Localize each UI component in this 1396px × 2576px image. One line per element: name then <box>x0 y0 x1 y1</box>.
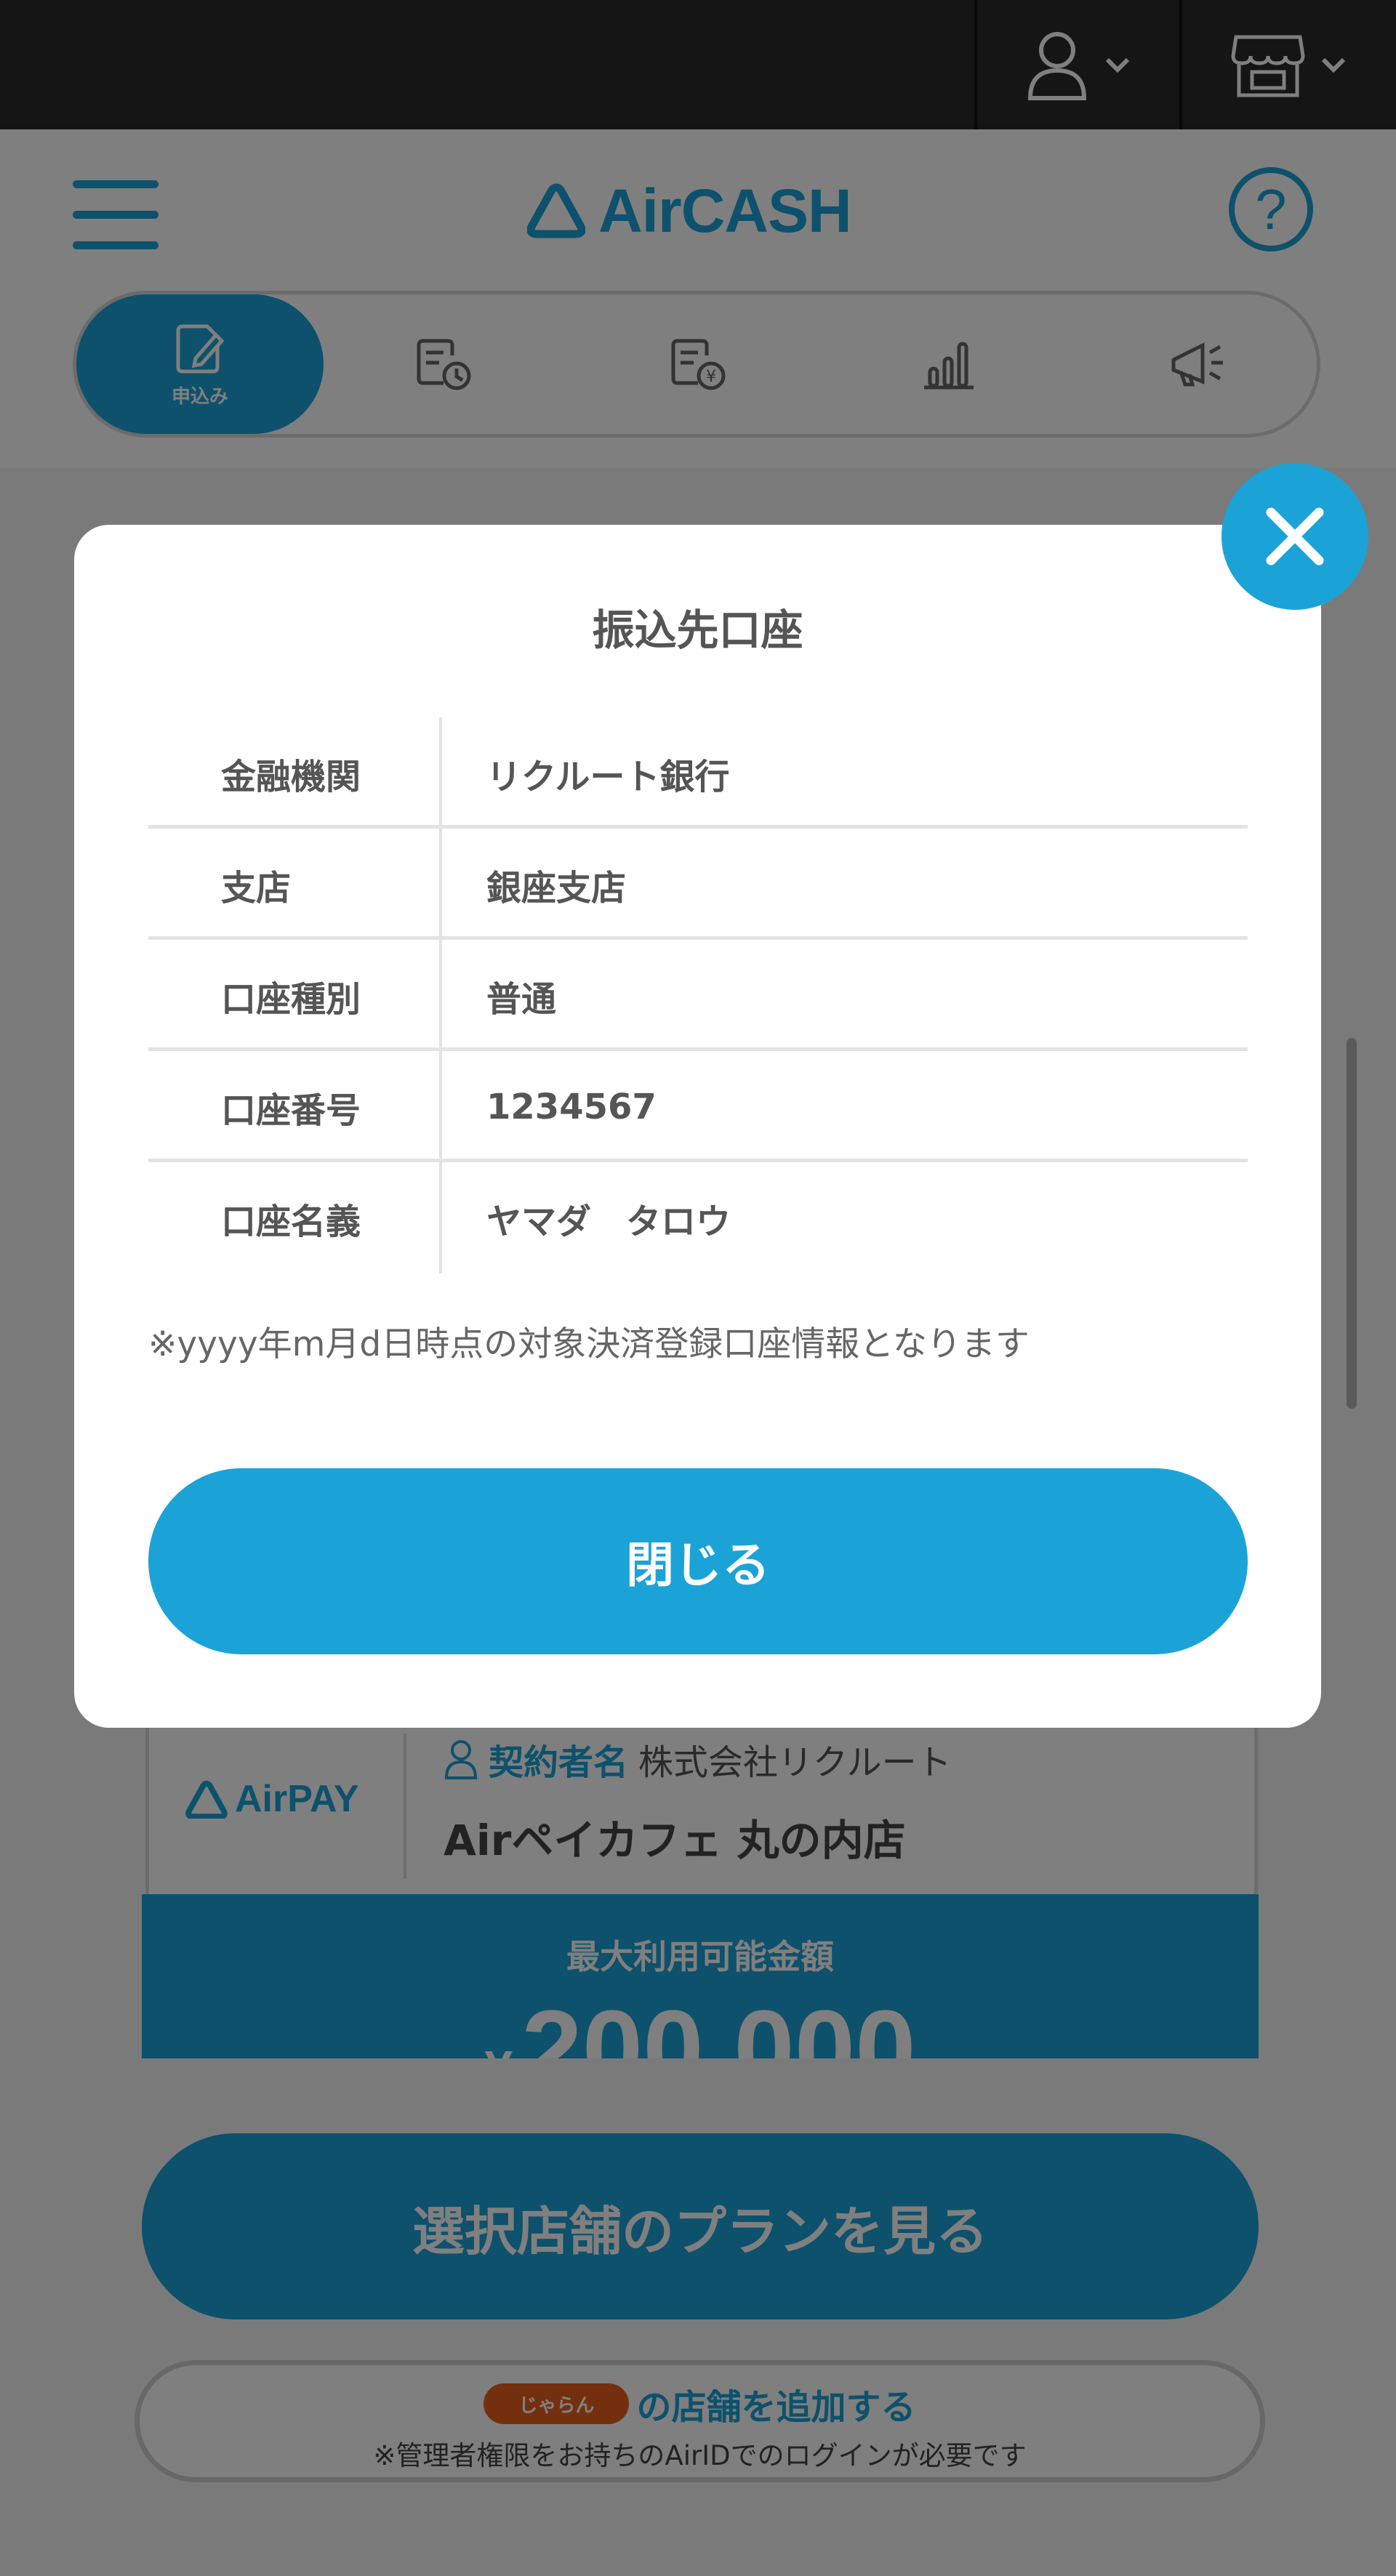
table-row: 支店 銀座支店 <box>148 829 1248 940</box>
x-icon <box>1266 507 1324 565</box>
row-key: 口座番号 <box>221 1090 361 1131</box>
table-row: 口座名義 ヤマダ タロウ <box>148 1162 1248 1273</box>
table-row: 金融機関 リクルート銀行 <box>148 717 1248 829</box>
row-key: 金融機関 <box>221 756 361 797</box>
row-key: 支店 <box>221 867 292 909</box>
row-value: 銀座支店 <box>486 867 627 909</box>
row-key: 口座名義 <box>221 1201 361 1242</box>
modal-title: 振込先口座 <box>592 605 803 655</box>
bank-account-modal: 振込先口座 金融機関 リクルート銀行 支店 銀座支店 口座種別 普通 口座番号 … <box>74 525 1321 1728</box>
row-value: ヤマダ タロウ <box>486 1201 731 1242</box>
close-icon[interactable] <box>1222 463 1368 610</box>
row-value: リクルート銀行 <box>486 756 730 797</box>
table-row: 口座番号 1234567 <box>148 1051 1248 1162</box>
row-value: 普通 <box>486 978 557 1020</box>
modal-note: ※yyyy年m月d日時点の対象決済登録口座情報となります <box>148 1324 1030 1364</box>
scrollbar[interactable] <box>1347 1038 1357 1409</box>
table-row: 口座種別 普通 <box>148 940 1248 1051</box>
close-button[interactable]: 閉じる <box>148 1468 1248 1654</box>
row-value: 1234567 <box>486 1086 657 1127</box>
account-table: 金融機関 リクルート銀行 支店 銀座支店 口座種別 普通 口座番号 123456… <box>148 717 1248 1273</box>
row-key: 口座種別 <box>221 978 361 1020</box>
